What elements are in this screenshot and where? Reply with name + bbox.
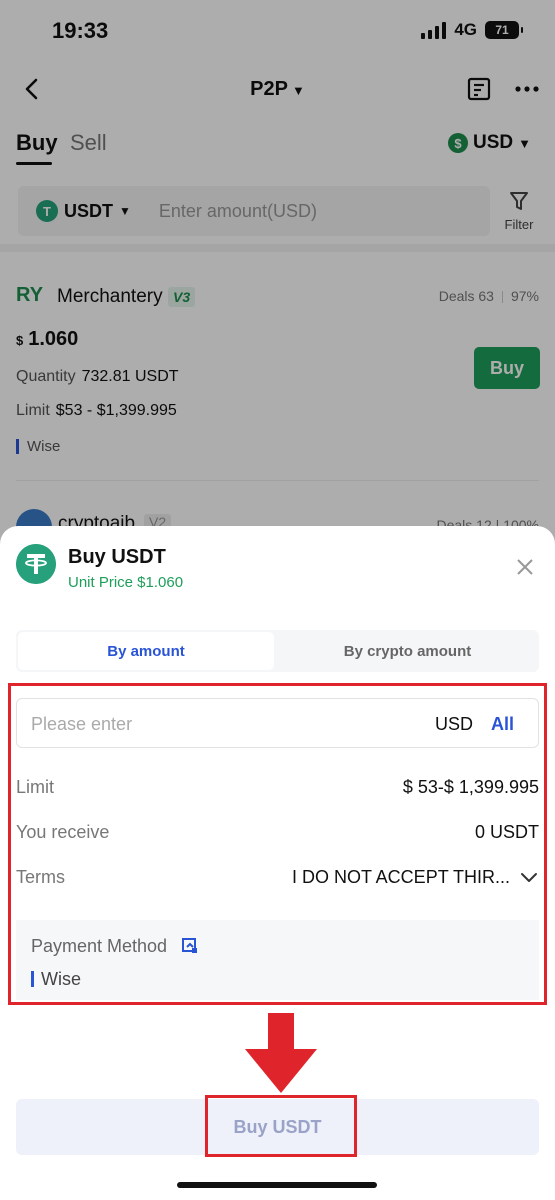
tab-by-crypto-amount[interactable]: By crypto amount [278,632,537,670]
amount-mode-tabs: By amount By crypto amount [16,630,539,672]
tab-by-amount[interactable]: By amount [18,632,274,670]
tether-icon [16,544,56,584]
unit-price: Unit Price $1.060 [68,574,184,591]
annotation-highlight-box [8,683,547,1005]
annotation-arrow-icon [245,1013,317,1093]
buy-bottom-sheet: Buy USDT Unit Price $1.060 By amount By … [0,526,555,1200]
close-icon[interactable] [514,556,536,578]
sheet-title: Buy USDT [68,546,166,568]
home-indicator [177,1182,377,1188]
annotation-button-highlight [205,1095,357,1157]
